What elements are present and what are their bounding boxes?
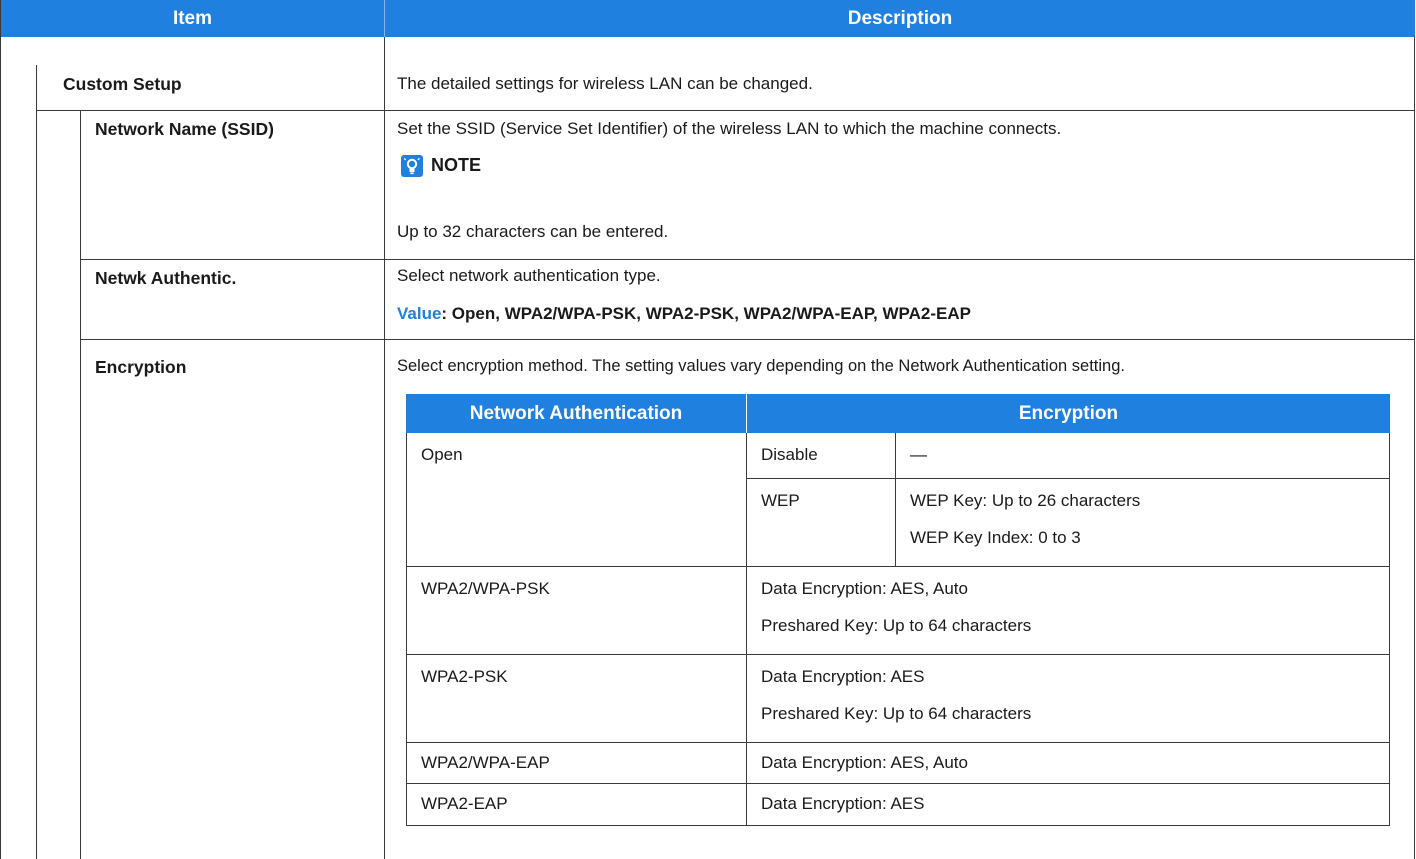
- auth-label: Netwk Authentic.: [95, 268, 237, 288]
- open-disable-value: —: [910, 445, 927, 464]
- inner-col-divider: [746, 433, 747, 826]
- tree-level-1-line: [36, 65, 37, 859]
- row-wpa2-eap-line1: Data Encryption: AES: [761, 794, 925, 813]
- row-wpa2wpa-psk-name: WPA2/WPA-PSK: [421, 579, 550, 598]
- open-disable: Disable: [761, 445, 818, 464]
- settings-table: Item Description Custom Setup The detail…: [0, 0, 1416, 859]
- inner-sep-wpa2wpa-eap: [406, 783, 1390, 784]
- inner-right-border: [1389, 433, 1390, 826]
- inner-sep-wpa2wpa-psk: [406, 654, 1390, 655]
- row-sep-auth: [80, 339, 1415, 340]
- row-sep-ssid: [80, 259, 1415, 260]
- inner-sep-disable: [746, 478, 1390, 479]
- note-text: Up to 32 characters can be entered.: [397, 222, 669, 241]
- row-wpa2-eap-name: WPA2-EAP: [421, 794, 508, 813]
- column-divider: [384, 37, 385, 859]
- custom-setup-label: Custom Setup: [63, 74, 182, 94]
- inner-header-network-auth: Network Authentication: [406, 394, 746, 433]
- auth-description: Select network authentication type.: [397, 266, 661, 285]
- value-options: : Open, WPA2/WPA-PSK, WPA2-PSK, WPA2/WPA…: [441, 304, 971, 323]
- left-border: [0, 0, 1, 859]
- row-wpa2wpa-psk-line1: Data Encryption: AES, Auto: [761, 579, 968, 598]
- auth-value-line: Value: Open, WPA2/WPA-PSK, WPA2-PSK, WPA…: [397, 304, 971, 324]
- row-wpa2-psk-line1: Data Encryption: AES: [761, 667, 925, 686]
- open-auth-name: Open: [421, 445, 463, 464]
- row-sep-custom: [36, 110, 1415, 111]
- note-title: NOTE: [431, 155, 482, 175]
- encryption-description: Select encryption method. The setting va…: [397, 357, 1125, 375]
- encryption-label: Encryption: [95, 357, 187, 377]
- header-item: Item: [1, 0, 385, 37]
- inner-header-encryption: Encryption: [747, 394, 1390, 433]
- header-description: Description: [385, 0, 1415, 37]
- ssid-description: Set the SSID (Service Set Identifier) of…: [397, 119, 1062, 138]
- right-border: [1414, 37, 1415, 859]
- open-wep-index: WEP Key Index: 0 to 3: [910, 528, 1081, 547]
- custom-setup-description: The detailed settings for wireless LAN c…: [397, 74, 813, 93]
- inner-subcol-divider: [895, 433, 896, 566]
- lightbulb-icon: [401, 155, 423, 177]
- ssid-label: Network Name (SSID): [95, 119, 274, 139]
- value-label: Value: [397, 304, 442, 323]
- tree-level-2-line: [80, 110, 81, 859]
- inner-sep-wpa2-psk: [406, 742, 1390, 743]
- row-wpa2-psk-line2: Preshared Key: Up to 64 characters: [761, 704, 1032, 723]
- row-wpa2wpa-eap-line1: Data Encryption: AES, Auto: [761, 753, 968, 772]
- inner-bottom-border: [406, 825, 1390, 826]
- inner-sep-open: [406, 566, 1390, 567]
- inner-left-border: [406, 433, 407, 826]
- row-wpa2wpa-eap-name: WPA2/WPA-EAP: [421, 753, 550, 772]
- open-wep-key: WEP Key: Up to 26 characters: [910, 491, 1141, 510]
- row-wpa2wpa-psk-line2: Preshared Key: Up to 64 characters: [761, 616, 1032, 635]
- open-wep: WEP: [761, 491, 800, 510]
- row-wpa2-psk-name: WPA2-PSK: [421, 667, 508, 686]
